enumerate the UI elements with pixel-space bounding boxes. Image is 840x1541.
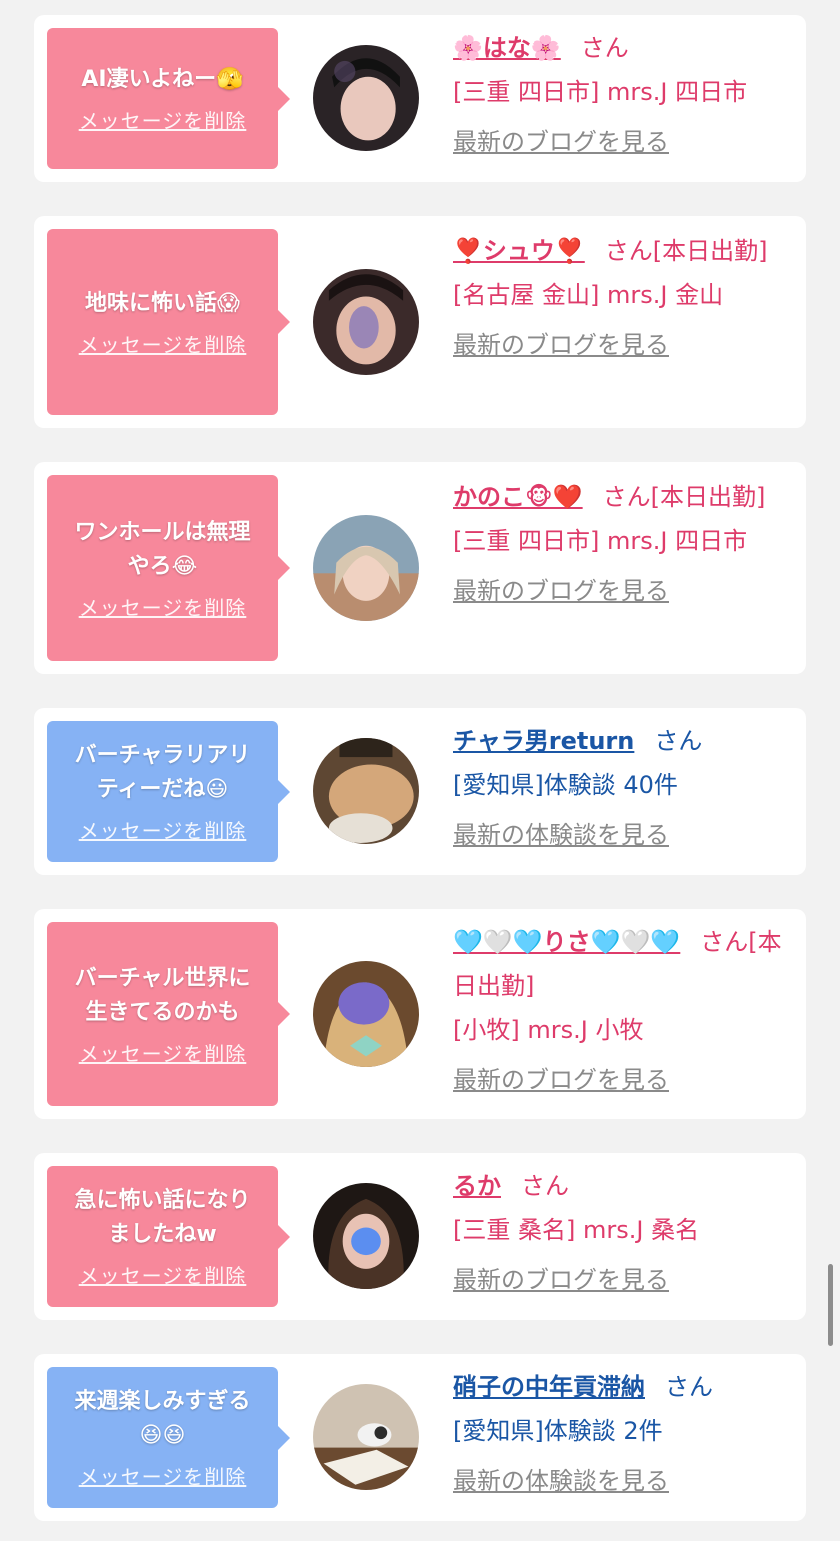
message-card: 来週楽しみすぎる 😆😆 メッセージを削除 硝子の中年貢滞納 さん [愛知県]体験談… [34,1354,806,1521]
honorific: さん [521,1172,569,1200]
message-text: バーチャル世界に 生きてるのかも [74,965,251,1025]
message-text: ワンホールは無理 やろ😂 [74,519,251,579]
message-text: 来週楽しみすぎる 😆😆 [74,1389,251,1448]
message-bubble: ワンホールは無理 やろ😂 メッセージを削除 [47,475,290,661]
delete-message-link[interactable]: メッセージを削除 [79,815,247,844]
review-info: [愛知県]体験談 40件 [453,771,678,799]
profile-name-link[interactable]: 🌸はな🌸 [453,34,561,62]
shop-info: [三重 四日市] mrs.J 四日市 [453,527,748,555]
message-card: バーチャラリアリ ティーだね😃 メッセージを削除 チャラ男return さん [愛… [34,708,806,875]
profile-name-link[interactable]: 硝子の中年貢滞納 [453,1373,645,1401]
avatar[interactable] [313,1384,419,1490]
avatar[interactable] [313,1183,419,1289]
message-bubble: バーチャル世界に 生きてるのかも メッセージを削除 [47,922,290,1106]
message-bubble: 急に怖い話になり ましたねw メッセージを削除 [47,1166,290,1307]
view-latest-link[interactable]: 最新のブログを見る [453,1058,789,1102]
profile-info: 🌸はな🌸 さん [三重 四日市] mrs.J 四日市 最新のブログを見る [453,26,789,164]
message-card: 急に怖い話になり ましたねw メッセージを削除 るか さん [三重 桑名] mrs… [34,1153,806,1320]
profile-name-link[interactable]: かのこ🐵❤️ [453,483,583,511]
shop-info: [三重 四日市] mrs.J 四日市 [453,78,748,106]
delete-message-link[interactable]: メッセージを削除 [79,1038,247,1067]
delete-message-link[interactable]: メッセージを削除 [79,592,247,621]
message-card: ワンホールは無理 やろ😂 メッセージを削除 かのこ🐵❤️ さん[本日出勤] [三重… [34,462,806,674]
avatar[interactable] [313,738,419,844]
profile-name-link[interactable]: ❣️シュウ❣️ [453,237,585,265]
scrollbar[interactable] [828,1264,833,1346]
shop-info: [小牧] mrs.J 小牧 [453,1016,644,1044]
profile-info: 🩵🤍🩵りさ🩵🤍🩵 さん[本日出勤] [小牧] mrs.J 小牧 最新のブログを見る [453,920,789,1102]
message-text: 地味に怖い話😱 [85,290,240,316]
shop-info: [三重 桑名] mrs.J 桑名 [453,1216,700,1244]
honorific: さん[本日出勤] [604,237,768,265]
avatar[interactable] [313,961,419,1067]
profile-name-link[interactable]: 🩵🤍🩵りさ🩵🤍🩵 [453,928,680,956]
view-latest-link[interactable]: 最新の体験談を見る [453,813,789,857]
delete-message-link[interactable]: メッセージを削除 [79,1461,247,1490]
shop-info: [名古屋 金山] mrs.J 金山 [453,281,724,309]
delete-message-link[interactable]: メッセージを削除 [79,1260,247,1289]
profile-name-link[interactable]: るか [453,1172,501,1200]
honorific: さん [580,34,629,62]
message-card: 地味に怖い話😱 メッセージを削除 ❣️シュウ❣️ さん[本日出勤] [名古屋 金山… [34,216,806,428]
profile-info: 硝子の中年貢滞納 さん [愛知県]体験談 2件 最新の体験談を見る [453,1365,789,1503]
honorific: さん [665,1373,713,1401]
delete-message-link[interactable]: メッセージを削除 [79,329,247,358]
avatar[interactable] [313,269,419,375]
view-latest-link[interactable]: 最新の体験談を見る [453,1459,789,1503]
view-latest-link[interactable]: 最新のブログを見る [453,120,789,164]
honorific: さん [654,727,703,755]
profile-info: るか さん [三重 桑名] mrs.J 桑名 最新のブログを見る [453,1164,789,1302]
profile-name-link[interactable]: チャラ男return [453,727,634,755]
message-bubble: 地味に怖い話😱 メッセージを削除 [47,229,290,415]
profile-info: チャラ男return さん [愛知県]体験談 40件 最新の体験談を見る [453,719,789,857]
profile-info: かのこ🐵❤️ さん[本日出勤] [三重 四日市] mrs.J 四日市 最新のブログ… [453,475,789,613]
message-text: AI凄いよねー🫣 [81,67,244,92]
view-latest-link[interactable]: 最新のブログを見る [453,323,789,367]
delete-message-link[interactable]: メッセージを削除 [79,105,247,134]
message-card: バーチャル世界に 生きてるのかも メッセージを削除 🩵🤍🩵りさ🩵🤍🩵 さん[本日出… [34,909,806,1119]
view-latest-link[interactable]: 最新のブログを見る [453,1258,789,1302]
message-bubble: バーチャラリアリ ティーだね😃 メッセージを削除 [47,721,290,862]
avatar[interactable] [313,515,419,621]
message-bubble: 来週楽しみすぎる 😆😆 メッセージを削除 [47,1367,290,1508]
message-card: AI凄いよねー🫣 メッセージを削除 🌸はな🌸 さん [三重 四日市] mrs.J … [34,15,806,182]
message-text: バーチャラリアリ ティーだね😃 [74,743,251,802]
message-text: 急に怖い話になり ましたねw [74,1188,251,1247]
profile-info: ❣️シュウ❣️ さん[本日出勤] [名古屋 金山] mrs.J 金山 最新のブログ… [453,229,789,367]
message-bubble: AI凄いよねー🫣 メッセージを削除 [47,28,290,169]
honorific: さん[本日出勤] [602,483,766,511]
avatar[interactable] [313,45,419,151]
review-info: [愛知県]体験談 2件 [453,1417,663,1445]
view-latest-link[interactable]: 最新のブログを見る [453,569,789,613]
